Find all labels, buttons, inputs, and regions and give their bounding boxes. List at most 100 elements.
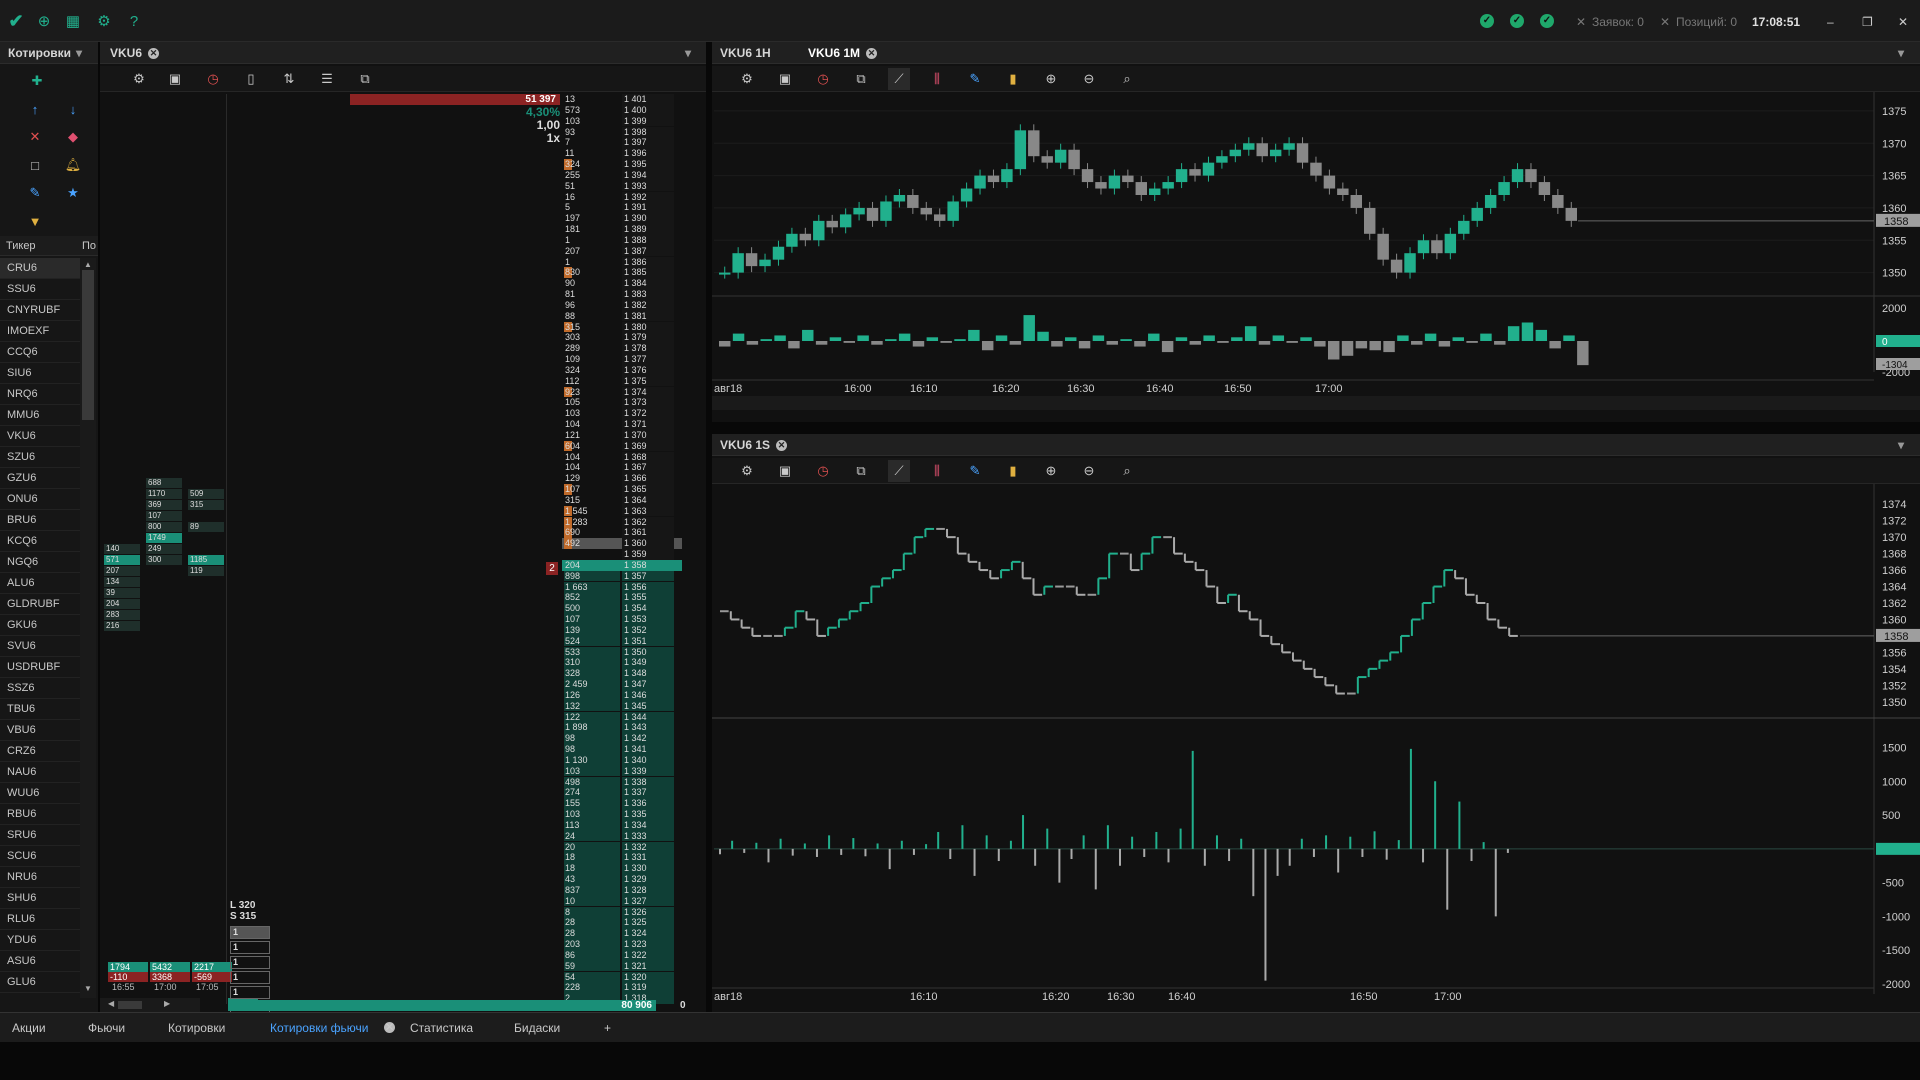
ticker-item[interactable]: KCQ6 [0, 531, 80, 552]
orderbook-row[interactable]: 81 1 383 [562, 289, 682, 300]
ticker-item[interactable]: SSZ6 [0, 678, 80, 699]
chevron-down-icon[interactable]: ▾ [1898, 46, 1904, 60]
orderbook-row[interactable]: 492 1 360 [562, 538, 682, 549]
ticker-item[interactable]: MMU6 [0, 405, 80, 426]
orderbook-row[interactable]: 18 1 331 [562, 852, 682, 864]
list-icon[interactable]: ☰ [316, 68, 338, 90]
scroll-up-icon[interactable]: ▲ [84, 260, 92, 269]
ticker-item[interactable]: GKU6 [0, 615, 80, 636]
copy-icon[interactable]: ⧉ [850, 460, 872, 482]
orderbook-row[interactable]: 1 1 386 [562, 256, 682, 268]
orderbook-row[interactable]: 98 1 341 [562, 744, 682, 755]
settings-icon[interactable]: ⚙ [736, 68, 758, 90]
orderbook-row[interactable]: 98 1 342 [562, 733, 682, 744]
orderbook-row[interactable]: 310 1 349 [562, 657, 682, 669]
orderbook-row[interactable]: 289 1 378 [562, 343, 682, 354]
orderbook-row[interactable]: 255 1 394 [562, 169, 682, 181]
ticker-item[interactable]: RBU6 [0, 804, 80, 825]
orderbook-row[interactable]: 500 1 354 [562, 603, 682, 614]
arrow-up-icon[interactable]: ↑ [24, 98, 46, 120]
ticker-item[interactable]: CRU6 [0, 258, 80, 279]
tab-vku6-1m[interactable]: VKU6 1M ✕ [808, 46, 878, 60]
orderbook-row[interactable]: 104 1 367 [562, 462, 682, 474]
scroll-thumb[interactable] [118, 1001, 142, 1009]
orderbook-row[interactable]: 690 1 361 [562, 527, 682, 539]
pencil-icon[interactable]: ✎ [24, 182, 46, 204]
orderbook-row[interactable]: 104 1 368 [562, 451, 682, 463]
orderbook-row[interactable]: 7 1 397 [562, 137, 682, 149]
brush-icon[interactable]: ✎ [964, 68, 986, 90]
search-icon[interactable]: ⌕ [1116, 68, 1138, 90]
orderbook-row[interactable]: 1 663 1 356 [562, 581, 682, 593]
filter-icon[interactable]: ▼ [24, 210, 46, 232]
orderbook-row[interactable]: 573 1 400 [562, 104, 682, 116]
close-tab-icon[interactable]: ✕ [866, 48, 878, 59]
brush-icon[interactable]: ✎ [964, 460, 986, 482]
ticker-item[interactable]: SZU6 [0, 447, 80, 468]
orderbook-row[interactable]: 113 1 334 [562, 819, 682, 831]
zoom-out-icon[interactable]: ⊖ [1078, 68, 1100, 90]
briefcase-icon[interactable]: ▣ [774, 68, 796, 90]
ticker-item[interactable]: YDU6 [0, 930, 80, 951]
orderbook-row[interactable]: 96 1 382 [562, 299, 682, 311]
orderbook-row[interactable]: 315 1 364 [562, 494, 682, 506]
orderbook-row[interactable]: 28 1 325 [562, 917, 682, 929]
orderbook-row[interactable]: 121 1 370 [562, 429, 682, 441]
orderbook-row[interactable]: 2 459 1 347 [562, 679, 682, 690]
tab-aktsii[interactable]: Акции [12, 1021, 46, 1035]
scroll-down-icon[interactable]: ▼ [84, 984, 92, 993]
scroll-left-icon[interactable]: ◀ [108, 999, 114, 1008]
orderbook-row[interactable]: 126 1 346 [562, 689, 682, 701]
tab-kotirovki[interactable]: Котировки ▾ [0, 42, 98, 64]
orderbook-row[interactable]: 86 1 322 [562, 949, 682, 961]
ticker-item[interactable]: TBU6 [0, 699, 80, 720]
ticker-item[interactable]: SIU6 [0, 363, 80, 384]
close-icon[interactable]: ✕ [1660, 15, 1670, 29]
orderbook-row[interactable]: 898 1 357 [562, 570, 682, 582]
tab-vku6-1h[interactable]: VKU6 1H [720, 46, 771, 60]
ticker-item[interactable]: SSU6 [0, 279, 80, 300]
ticker-item[interactable]: SVU6 [0, 636, 80, 657]
orderbook-row[interactable]: 59 1 321 [562, 960, 682, 972]
eraser-icon[interactable]: ◆ [62, 126, 84, 148]
hscrollbar[interactable]: ◀ ▶ [100, 998, 200, 1012]
orderbook-row[interactable]: 533 1 350 [562, 646, 682, 658]
star-icon[interactable]: ★ [62, 182, 84, 204]
orderbook-row[interactable]: 103 1 399 [562, 115, 682, 127]
orderbook-row[interactable]: 139 1 352 [562, 624, 682, 636]
scroll-thumb[interactable] [82, 270, 94, 420]
orderbook-row[interactable]: 129 1 366 [562, 473, 682, 484]
orderbook-row[interactable]: 105 1 373 [562, 397, 682, 409]
orderbook-row[interactable]: 18 1 330 [562, 863, 682, 874]
ticker-item[interactable]: SRU6 [0, 825, 80, 846]
ticker-item[interactable]: CRZ6 [0, 741, 80, 762]
orderbook-row[interactable]: 90 1 384 [562, 278, 682, 289]
chart-bottom-svg[interactable]: 1374 1372 1370 1368 1366 1364 1362 1360 1358 1356… [712, 484, 1920, 1012]
arrow-down-icon[interactable]: ↓ [62, 98, 84, 120]
orderbook-row[interactable]: 103 1 372 [562, 408, 682, 419]
orderbook-row[interactable]: 498 1 338 [562, 776, 682, 788]
candles-icon[interactable]: ⫼ [926, 68, 948, 90]
ticker-item[interactable]: CCQ6 [0, 342, 80, 363]
orderbook-row[interactable]: 1 283 1 362 [562, 516, 682, 528]
orderbook-row[interactable]: 328 1 348 [562, 668, 682, 679]
ticker-item[interactable]: NAU6 [0, 762, 80, 783]
tab-kotirovki-fyuchi[interactable]: Котировки фьючи [270, 1021, 368, 1035]
rectangle-icon[interactable]: □ [24, 154, 46, 176]
orderbook-row[interactable]: 103 1 339 [562, 765, 682, 777]
orderbook-row[interactable]: 1 130 1 340 [562, 754, 682, 766]
orderbook-row[interactable]: 122 1 344 [562, 711, 682, 723]
chart-top-svg[interactable]: 13751370136513601355135013582000-20000-1… [712, 92, 1920, 422]
candles-icon[interactable]: ⫼ [926, 460, 948, 482]
chevron-down-icon[interactable]: ▾ [685, 46, 691, 60]
ticker-item[interactable]: SHU6 [0, 888, 80, 909]
orderbook-row[interactable]: 837 1 328 [562, 884, 682, 896]
orderbook-row[interactable]: 24 1 333 [562, 830, 682, 842]
orderbook-row[interactable]: 207 1 387 [562, 245, 682, 257]
tab-kotirovki[interactable]: Котировки [168, 1021, 225, 1035]
add-tab-button[interactable]: + [604, 1021, 611, 1035]
orderbook-row[interactable]: 54 1 320 [562, 971, 682, 983]
orderbook-row[interactable]: 324 1 395 [562, 159, 682, 170]
orderbook-row[interactable]: 155 1 336 [562, 798, 682, 809]
help-icon[interactable]: ? [124, 11, 144, 31]
